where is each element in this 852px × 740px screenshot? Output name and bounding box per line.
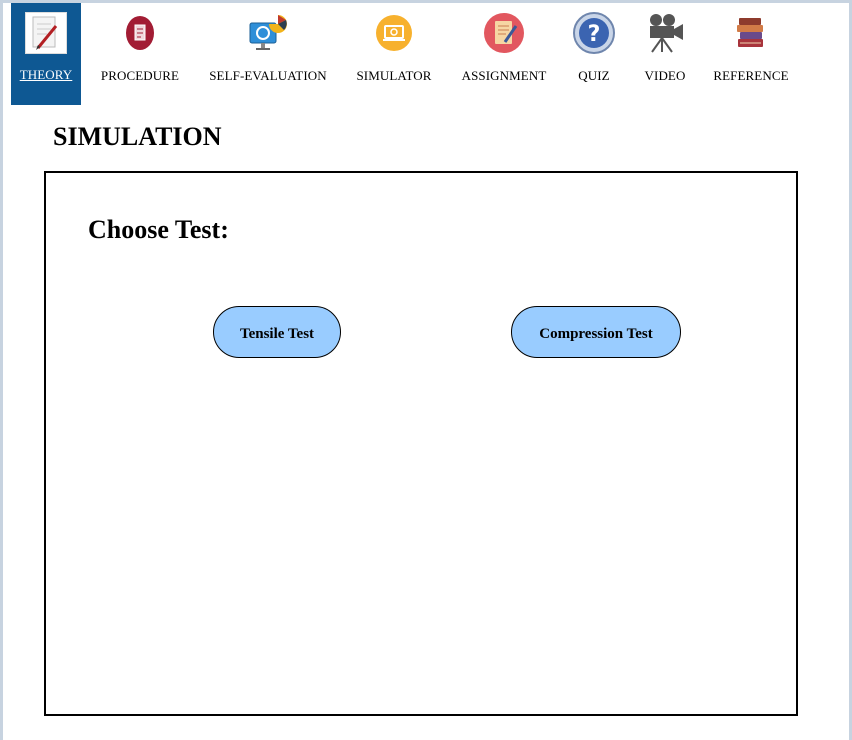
nav-label-reference: REFERENCE — [713, 68, 789, 83]
simulation-panel: Choose Test: Tensile Test Compression Te… — [44, 171, 798, 716]
tensile-test-button[interactable]: Tensile Test — [213, 306, 341, 358]
nav-label-theory: THEORY — [19, 67, 73, 82]
choose-test-heading: Choose Test: — [88, 215, 229, 244]
theory-icon — [25, 12, 67, 54]
nav-item-procedure[interactable]: PROCEDURE — [98, 3, 182, 105]
page-title: SIMULATION — [53, 122, 222, 151]
simulator-icon — [372, 11, 416, 55]
nav-label-simulator: SIMULATOR — [356, 68, 432, 83]
top-navigation: THEORY PROCEDURE SELF-EVALUATION SIMULAT… — [3, 3, 849, 105]
page-frame: THEORY PROCEDURE SELF-EVALUATION SIMULAT… — [3, 3, 849, 740]
nav-label-self-evaluation: SELF-EVALUATION — [209, 68, 327, 83]
books-icon — [729, 11, 773, 55]
nav-label-assignment: ASSIGNMENT — [461, 68, 547, 83]
compression-test-button[interactable]: Compression Test — [511, 306, 681, 358]
video-camera-icon — [643, 11, 687, 55]
assignment-icon — [482, 11, 526, 55]
nav-item-simulator[interactable]: SIMULATOR — [351, 3, 437, 105]
quiz-icon: ? — [572, 11, 616, 55]
nav-item-theory[interactable]: THEORY — [11, 3, 81, 105]
nav-label-video: VIDEO — [644, 68, 686, 83]
nav-item-video[interactable]: VIDEO — [637, 3, 693, 105]
nav-item-quiz[interactable]: ? QUIZ — [570, 3, 618, 105]
nav-item-self-evaluation[interactable]: SELF-EVALUATION — [204, 3, 332, 105]
nav-item-assignment[interactable]: ASSIGNMENT — [455, 3, 553, 105]
nav-item-reference[interactable]: REFERENCE — [709, 3, 793, 105]
svg-text:?: ? — [588, 22, 601, 47]
nav-label-procedure: PROCEDURE — [100, 68, 180, 83]
self-evaluation-icon — [246, 11, 290, 55]
procedure-icon — [118, 11, 162, 55]
nav-label-quiz: QUIZ — [578, 68, 610, 83]
